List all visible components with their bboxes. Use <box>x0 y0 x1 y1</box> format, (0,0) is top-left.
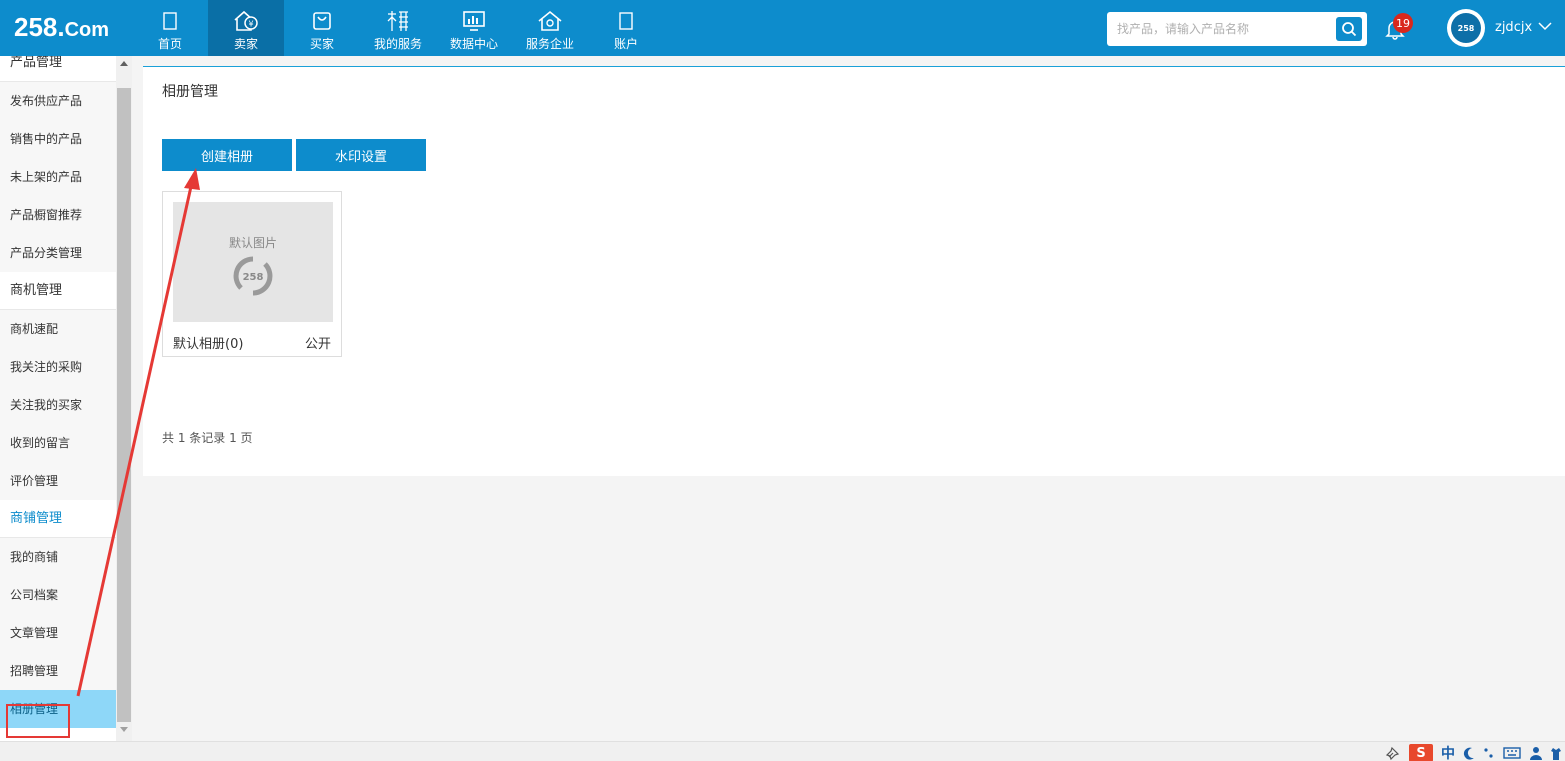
nav-seller-label: 卖家 <box>233 37 258 51</box>
search-input[interactable] <box>1117 20 1327 38</box>
nav-buyer-label: 买家 <box>309 37 334 51</box>
home-icon <box>162 8 178 34</box>
watermark-settings-button[interactable]: 水印设置 <box>296 139 426 171</box>
album-thumbnail[interactable]: 默认图片 258 <box>173 202 333 322</box>
chart-icon <box>462 8 486 34</box>
placeholder-logo-icon: 258 <box>233 256 273 296</box>
sidebar-item-quick-match[interactable]: 商机速配 <box>0 310 116 348</box>
enterprise-icon <box>537 8 563 34</box>
system-tray: S 中 <box>0 741 1565 761</box>
scroll-down-icon[interactable] <box>120 727 128 733</box>
album-name[interactable]: 默认相册(0) <box>173 333 243 352</box>
main-panel: 相册管理 创建相册 水印设置 默认图片 258 默认相册(0) 公开 共 1 条… <box>143 66 1565 476</box>
scroll-thumb[interactable] <box>117 88 131 722</box>
sidebar-section-title[interactable]: 商铺管理 <box>0 500 116 538</box>
shirt-icon[interactable] <box>1551 746 1561 760</box>
ime-logo[interactable]: S <box>1409 744 1433 761</box>
sidebar-item-unlisted-products[interactable]: 未上架的产品 <box>0 158 116 196</box>
sidebar-item-selling-products[interactable]: 销售中的产品 <box>0 120 116 158</box>
logo-main-text: 258. <box>14 12 65 42</box>
chevron-down-icon[interactable] <box>1538 20 1552 35</box>
nav-account-label: 账户 <box>613 37 638 51</box>
search-icon <box>1342 22 1357 37</box>
sidebar-item-reviews[interactable]: 评价管理 <box>0 462 116 500</box>
seller-icon: ¥ <box>232 8 260 34</box>
avatar-logo: 258 <box>1451 13 1481 43</box>
nav-seller[interactable]: ¥ 卖家 <box>208 0 284 56</box>
sidebar-section-title[interactable]: 商机管理 <box>0 272 116 310</box>
tray-icons: S 中 <box>1385 744 1565 761</box>
shopping-bag-icon <box>311 8 333 34</box>
nav-my-service[interactable]: 我的服务 <box>360 0 436 56</box>
sidebar-scrollbar[interactable] <box>116 56 132 741</box>
create-album-button[interactable]: 创建相册 <box>162 139 292 171</box>
moon-icon[interactable] <box>1463 746 1475 760</box>
nav-data-center[interactable]: 数据中心 <box>436 0 512 56</box>
sidebar-item-showcase[interactable]: 产品橱窗推荐 <box>0 196 116 234</box>
nav-my-service-label: 我的服务 <box>373 37 422 51</box>
sidebar-item-messages[interactable]: 收到的留言 <box>0 424 116 462</box>
nav-enterprise[interactable]: 服务企业 <box>512 0 588 56</box>
nav-home[interactable]: 首页 <box>132 0 208 56</box>
search-box <box>1107 12 1367 46</box>
nav-home-label: 首页 <box>157 37 182 51</box>
pagination-records: 共 1 条记录 1 页 <box>162 431 253 445</box>
thumbnail-placeholder-text: 默认图片 <box>228 236 277 250</box>
ime-mode[interactable]: 中 <box>1441 743 1455 761</box>
annotation-highlight-box <box>6 704 70 738</box>
sidebar-section-title[interactable]: 产品管理 <box>0 56 116 82</box>
main-nav: 首页 ¥ 卖家 买家 我的服务 数据中心 服务企业 账户 <box>132 0 664 56</box>
album-card[interactable]: 默认图片 258 默认相册(0) 公开 <box>162 191 342 357</box>
top-header: 258.Com 首页 ¥ 卖家 买家 我的服务 数据中心 服务企业 账户 找产品… <box>0 0 1565 56</box>
pin-icon[interactable] <box>1385 745 1401 761</box>
svg-text:¥: ¥ <box>248 20 253 29</box>
user-icon[interactable] <box>1529 746 1543 760</box>
logo-suffix-text: Com <box>64 19 110 41</box>
notification-badge: 19 <box>1393 13 1413 33</box>
avatar[interactable]: 258 <box>1447 9 1485 47</box>
sidebar-item-recruitment[interactable]: 招聘管理 <box>0 652 116 690</box>
search-button[interactable] <box>1336 17 1362 41</box>
sidebar-item-company-profile[interactable]: 公司档案 <box>0 576 116 614</box>
keyboard-icon[interactable] <box>1503 746 1521 760</box>
sidebar-item-my-shop[interactable]: 我的商铺 <box>0 538 116 576</box>
sidebar-item-publish-product[interactable]: 发布供应产品 <box>0 82 116 120</box>
sidebar-item-followers[interactable]: 关注我的买家 <box>0 386 116 424</box>
nav-buyer[interactable]: 买家 <box>284 0 360 56</box>
album-visibility: 公开 <box>304 337 331 352</box>
scroll-up-icon[interactable] <box>120 60 128 66</box>
service-icon <box>386 8 410 34</box>
page-title: 相册管理 <box>162 84 218 100</box>
username[interactable]: zjdcjx <box>1495 20 1532 35</box>
site-logo[interactable]: 258.Com <box>14 12 109 43</box>
sidebar-item-followed-purchases[interactable]: 我关注的采购 <box>0 348 116 386</box>
punctuation-icon[interactable] <box>1483 746 1495 760</box>
sidebar-item-articles[interactable]: 文章管理 <box>0 614 116 652</box>
nav-enterprise-label: 服务企业 <box>525 37 574 51</box>
sidebar: 产品管理 发布供应产品 销售中的产品 未上架的产品 产品橱窗推荐 产品分类管理 … <box>0 56 116 741</box>
sidebar-item-category-manage[interactable]: 产品分类管理 <box>0 234 116 272</box>
nav-data-center-label: 数据中心 <box>449 37 498 51</box>
placeholder-logo-text: 258 <box>243 272 264 283</box>
account-icon <box>618 8 634 34</box>
nav-account[interactable]: 账户 <box>588 0 664 56</box>
